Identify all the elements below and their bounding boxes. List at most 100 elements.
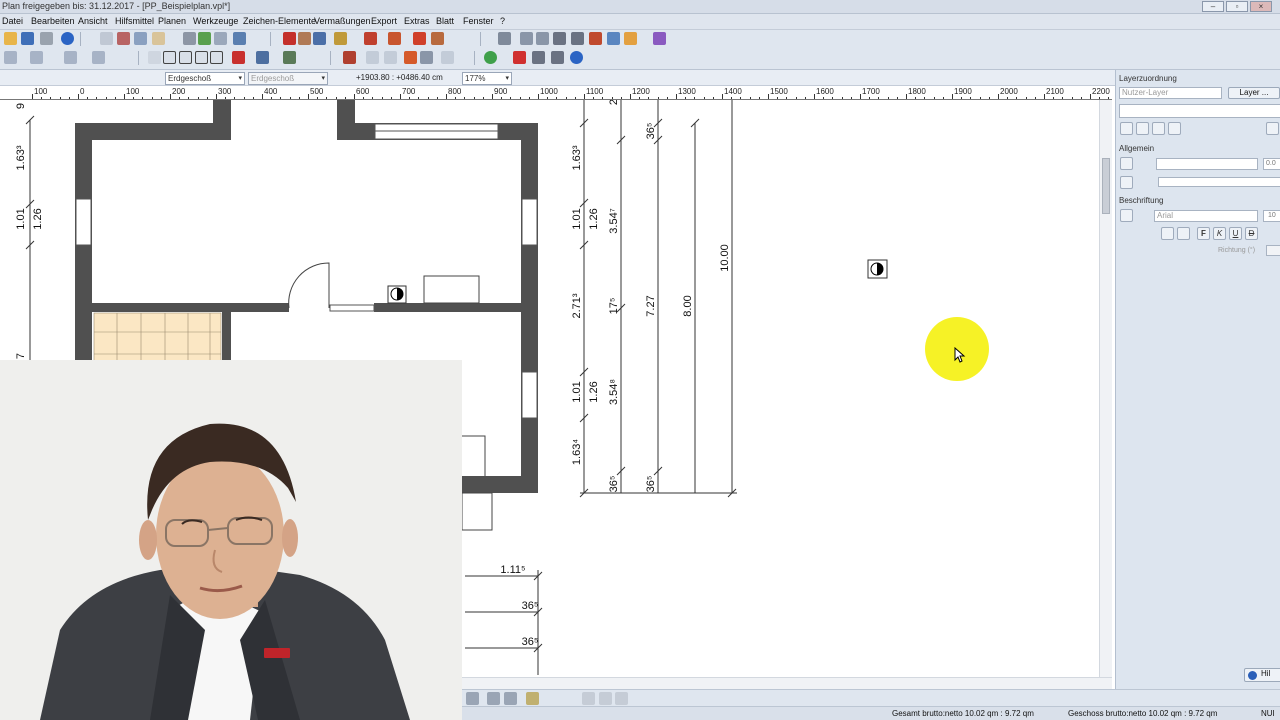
line-style-select[interactable]	[1156, 158, 1258, 170]
menu-bearbeiten[interactable]: Bearbeiten	[31, 16, 75, 26]
vertical-scrollbar[interactable]	[1099, 100, 1112, 677]
reset-props-icon[interactable]	[1168, 122, 1181, 135]
arc-icon[interactable]	[384, 51, 397, 64]
roof-icon[interactable]	[364, 32, 377, 45]
delete-icon[interactable]	[589, 32, 602, 45]
s-icon[interactable]	[195, 51, 208, 64]
save-icon[interactable]	[21, 32, 34, 45]
d-icon[interactable]	[210, 51, 223, 64]
close-button[interactable]: ×	[1250, 1, 1272, 12]
minimize-button[interactable]: –	[1202, 1, 1224, 12]
layer-button[interactable]: Layer ...	[1228, 87, 1280, 99]
pen-style-icon[interactable]	[1120, 157, 1133, 170]
euro-icon[interactable]	[570, 51, 583, 64]
menu-extras[interactable]: Extras	[404, 16, 430, 26]
paste-props-icon[interactable]	[1136, 122, 1149, 135]
menu-help[interactable]: ?	[500, 16, 505, 26]
floor-select[interactable]: Erdgeschoß ▾	[165, 72, 245, 85]
underline-button[interactable]: U	[1229, 227, 1242, 240]
menu-export[interactable]: Export	[371, 16, 397, 26]
maximize-button[interactable]: ▫	[1226, 1, 1248, 12]
line-icon[interactable]	[366, 51, 379, 64]
pan-hand-icon[interactable]	[152, 32, 165, 45]
font-size-field[interactable]: 10	[1263, 210, 1280, 222]
measure-icon[interactable]	[233, 32, 246, 45]
strike-button[interactable]: D	[1245, 227, 1258, 240]
door-tool-icon[interactable]	[334, 32, 347, 45]
grid-icon[interactable]	[214, 32, 227, 45]
direction-field[interactable]	[1266, 245, 1280, 256]
italic-button[interactable]: K	[1213, 227, 1226, 240]
bottom-tool-7-icon[interactable]	[615, 692, 628, 705]
select-icon[interactable]	[148, 51, 161, 64]
menu-fenster[interactable]: Fenster	[463, 16, 494, 26]
home-icon[interactable]	[4, 51, 17, 64]
tool-a-icon[interactable]	[532, 51, 545, 64]
bold-button[interactable]: F	[1197, 227, 1210, 240]
snap-icon[interactable]	[198, 32, 211, 45]
menu-werkzeuge[interactable]: Werkzeuge	[193, 16, 238, 26]
font-select[interactable]: Arial	[1154, 210, 1258, 222]
menu-datei[interactable]: Datei	[2, 16, 23, 26]
layer-select[interactable]: Nutzer-Layer	[1119, 87, 1222, 99]
color-icon[interactable]	[653, 32, 666, 45]
menu-blatt[interactable]: Blatt	[436, 16, 454, 26]
plan-icon[interactable]	[283, 32, 296, 45]
arrow-up-icon[interactable]	[498, 32, 511, 45]
zoom-extents-icon[interactable]	[117, 32, 130, 45]
layer-icon[interactable]	[607, 32, 620, 45]
floor-icon[interactable]	[64, 51, 77, 64]
bottom-tool-3-icon[interactable]	[504, 692, 517, 705]
rotate-icon[interactable]	[536, 32, 549, 45]
menu-planen[interactable]: Planen	[158, 16, 186, 26]
area-icon[interactable]	[420, 51, 433, 64]
zoom-window-icon[interactable]	[100, 32, 113, 45]
floor-select-2[interactable]: Erdgeschoß ▾	[248, 72, 328, 85]
dimension-icon[interactable]	[404, 51, 417, 64]
object-icon[interactable]	[431, 32, 444, 45]
fill-style-icon[interactable]	[1120, 176, 1133, 189]
menu-vermassungen[interactable]: Vermaßungen	[314, 16, 371, 26]
w-icon[interactable]	[163, 51, 176, 64]
stairs-icon[interactable]	[388, 32, 401, 45]
horizontal-scrollbar[interactable]	[462, 677, 1112, 689]
bottom-tool-4-icon[interactable]	[526, 692, 539, 705]
tool-b-icon[interactable]	[551, 51, 564, 64]
text-icon[interactable]	[553, 32, 566, 45]
edit-props-icon[interactable]	[1152, 122, 1165, 135]
label-icon[interactable]	[441, 51, 454, 64]
props-close-icon[interactable]	[1266, 122, 1279, 135]
zoom-out-icon[interactable]	[134, 32, 147, 45]
scrollbar-thumb[interactable]	[1102, 158, 1110, 214]
cut-icon[interactable]	[232, 51, 245, 64]
align-icon[interactable]	[571, 32, 584, 45]
menu-hilfsmittel[interactable]: Hilfsmittel	[115, 16, 154, 26]
section-icon[interactable]	[92, 51, 105, 64]
info-icon[interactable]	[61, 32, 74, 45]
fill-style-select[interactable]	[1158, 177, 1280, 187]
bottom-tool-5-icon[interactable]	[582, 692, 595, 705]
hatch-icon[interactable]	[624, 32, 637, 45]
wall-icon[interactable]	[298, 32, 311, 45]
print-icon[interactable]	[40, 32, 53, 45]
zoom-select[interactable]: 177% ▾	[462, 72, 512, 85]
pen-icon[interactable]	[343, 51, 356, 64]
check-icon[interactable]	[484, 51, 497, 64]
x-icon[interactable]	[513, 51, 526, 64]
bottom-tool-6-icon[interactable]	[599, 692, 612, 705]
house-icon[interactable]	[30, 51, 43, 64]
copy-props-icon[interactable]	[1120, 122, 1133, 135]
menu-ansicht[interactable]: Ansicht	[78, 16, 108, 26]
line-width-field[interactable]: 0.0	[1263, 158, 1280, 170]
text-color-icon[interactable]	[1120, 209, 1133, 222]
bottom-tool-2-icon[interactable]	[487, 692, 500, 705]
layer-field[interactable]	[1119, 104, 1280, 118]
column-icon[interactable]	[413, 32, 426, 45]
fill-icon[interactable]	[283, 51, 296, 64]
window-tool-icon[interactable]	[313, 32, 326, 45]
menu-zeichen-elemente[interactable]: Zeichen-Elemente	[243, 16, 316, 26]
align-left-icon[interactable]	[1161, 227, 1174, 240]
b-icon[interactable]	[179, 51, 192, 64]
align-center-icon[interactable]	[1177, 227, 1190, 240]
copy-icon[interactable]	[183, 32, 196, 45]
